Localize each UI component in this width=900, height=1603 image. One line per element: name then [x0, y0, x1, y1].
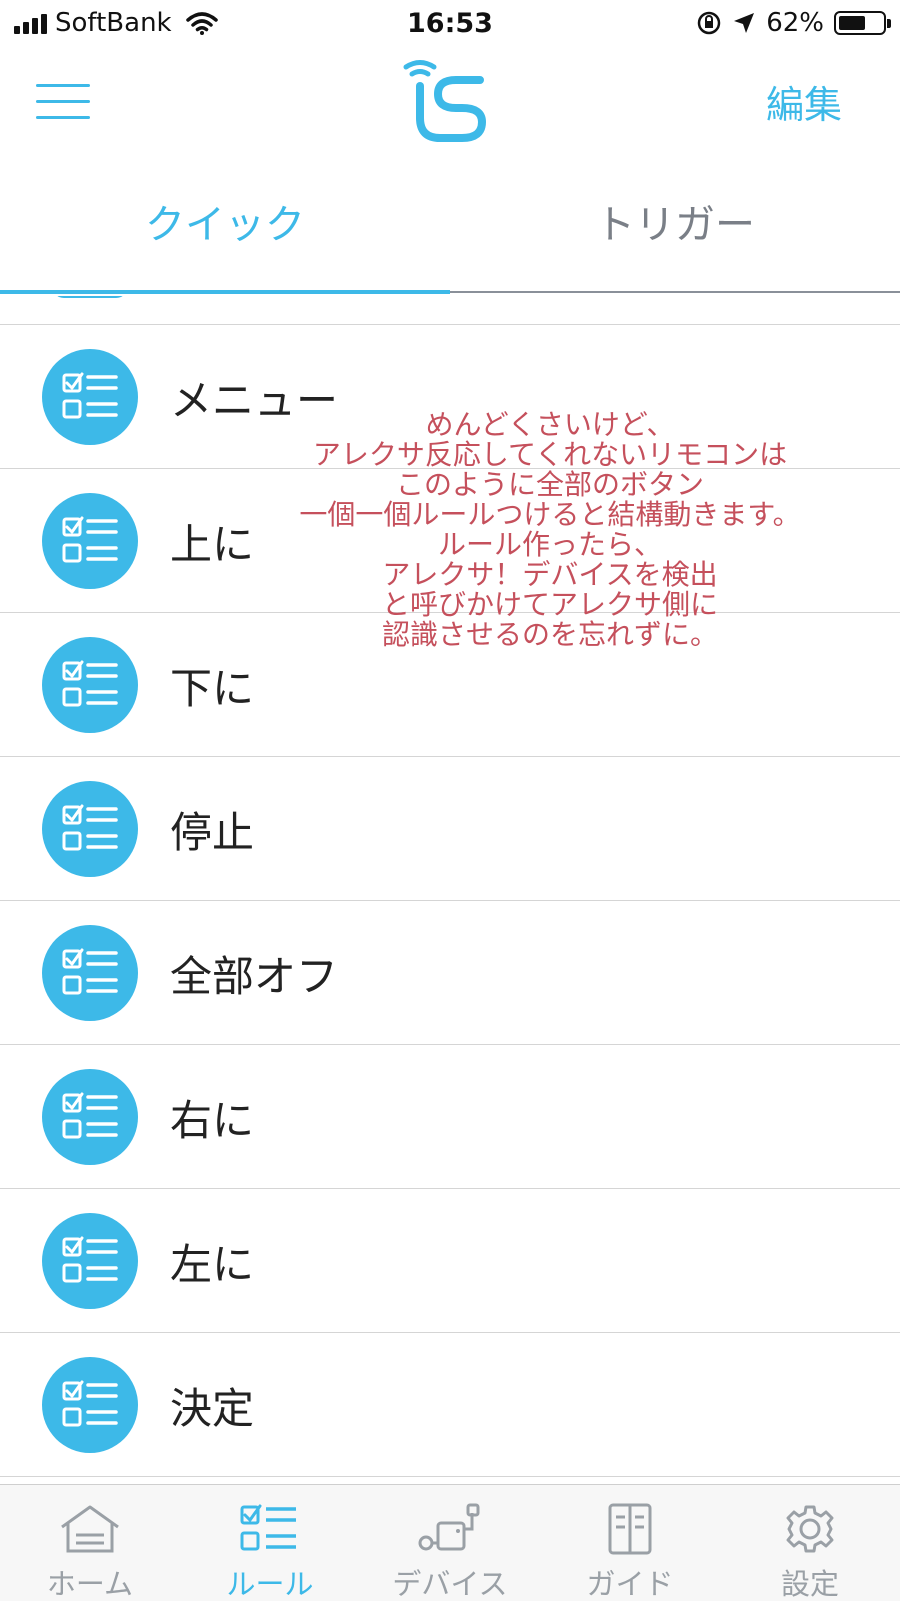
bottom-tab-bar: ホーム ルール デバイス ガイド 設定 [0, 1484, 900, 1601]
rule-list-item[interactable]: 全部オフ [0, 901, 900, 1045]
partial-rule-icon [52, 296, 128, 298]
tab-bar-label: ホーム [46, 1567, 134, 1601]
rule-list-item[interactable]: 左に [0, 1189, 900, 1333]
rule-checklist-icon [42, 349, 138, 445]
rule-checklist-icon [42, 781, 138, 877]
annotation-line: アレクサ反応してくれないリモコンは [312, 438, 788, 471]
annotation-line: アレクサ！デバイスを検出 [382, 558, 718, 591]
status-right: 62% [696, 8, 891, 38]
rule-label: 決定 [170, 1384, 255, 1433]
rule-label: 停止 [170, 808, 255, 857]
rule-label: 全部オフ [170, 952, 339, 1001]
tab-indicator-active [0, 290, 450, 294]
battery-percentage: 62% [766, 8, 824, 38]
nav-header: iS 編集 [0, 52, 900, 162]
rule-checklist-icon [42, 1069, 138, 1165]
rule-label: 右に [170, 1096, 255, 1145]
tab-indicator-inactive [450, 291, 900, 293]
rule-list-item[interactable]: 右に [0, 1045, 900, 1189]
rule-checklist-icon [42, 1213, 138, 1309]
tab-bar-item-device[interactable]: デバイス [360, 1485, 540, 1601]
rule-checklist-icon [42, 1357, 138, 1453]
annotation-line: と呼びかけてアレクサ側に [381, 588, 718, 621]
annotation-line: 認識させるのを忘れずに。 [381, 618, 718, 651]
tab-bar-item-gear[interactable]: 設定 [720, 1485, 900, 1601]
tab-bar-label: ガイド [586, 1567, 674, 1601]
rule-label: 下に [170, 664, 255, 713]
rule-checklist-icon [42, 925, 138, 1021]
annotation-line: 一個一個ルールつけると結構動きます。 [299, 498, 801, 531]
annotation-line: このように全部のボタン [395, 468, 704, 501]
tab-bar-item-guide[interactable]: ガイド [540, 1485, 720, 1601]
tab-bar-label: ルール [226, 1567, 314, 1601]
annotation-overlay: めんどくさいけど、 アレクサ反応してくれないリモコンは このように全部のボタン 一個一… [240, 410, 860, 650]
tab-quick[interactable]: クイック [0, 192, 450, 250]
app-logo: iS [403, 60, 486, 142]
rule-checklist-icon [42, 637, 138, 733]
annotation-line: ルール作ったら、 [437, 528, 662, 561]
hamburger-menu-icon[interactable] [36, 82, 90, 122]
tab-bar-label: デバイス [392, 1567, 508, 1601]
status-bar: SoftBank 16:53 62% [0, 0, 900, 52]
tab-bar-label: 設定 [780, 1567, 839, 1601]
rule-list-item[interactable]: 決定 [0, 1333, 900, 1477]
segment-tabs: クイック トリガー [0, 162, 900, 296]
tab-bar-item-rule[interactable]: ルール [180, 1485, 360, 1601]
rule-label: 左に [170, 1240, 255, 1289]
rule-checklist-icon [42, 493, 138, 589]
edit-button[interactable]: 編集 [766, 74, 842, 129]
tab-trigger[interactable]: トリガー [450, 192, 900, 250]
location-icon [734, 13, 755, 33]
rotation-lock-icon [697, 11, 721, 35]
tab-bar-item-home[interactable]: ホーム [0, 1485, 180, 1601]
annotation-line: めんどくさいけど、 [425, 408, 675, 441]
rule-list-item[interactable]: 停止 [0, 757, 900, 901]
battery-icon [834, 11, 891, 35]
